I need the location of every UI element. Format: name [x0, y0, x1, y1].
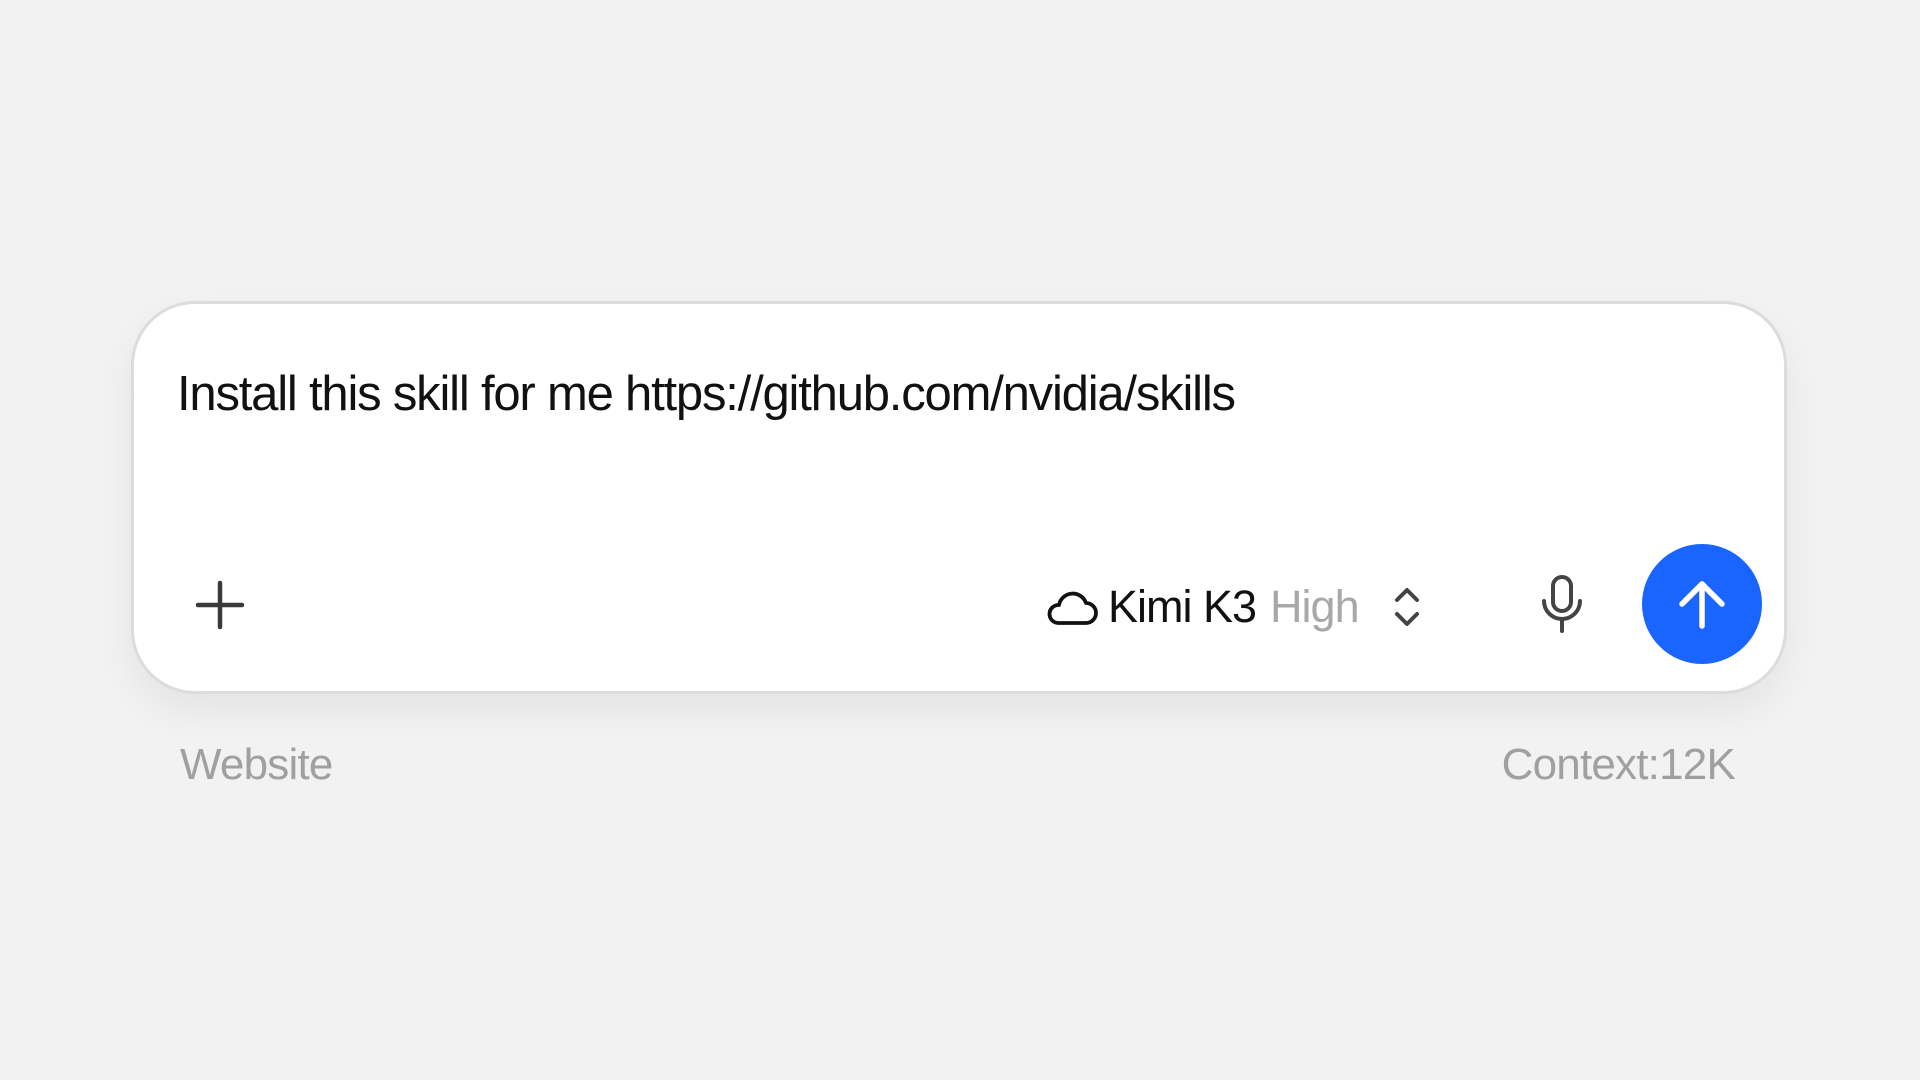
add-attachment-button[interactable] — [190, 575, 250, 635]
model-selector[interactable]: Kimi K3 High — [1044, 581, 1425, 632]
voice-input-button[interactable] — [1532, 571, 1592, 639]
prompt-input[interactable]: Install this skill for me https://github… — [177, 366, 1236, 422]
prompt-composer: Install this skill for me https://github… — [131, 301, 1787, 694]
arrow-up-icon — [1679, 581, 1725, 629]
plus-icon — [195, 580, 245, 630]
chevron-up-down-icon — [1389, 582, 1425, 632]
cloud-icon — [1044, 587, 1098, 627]
context-indicator: Context:12K — [1501, 740, 1736, 789]
website-link[interactable]: Website — [180, 740, 333, 790]
send-button[interactable] — [1642, 544, 1762, 664]
microphone-icon — [1542, 575, 1582, 633]
model-effort-level: High — [1270, 581, 1360, 632]
model-name: Kimi K3 — [1108, 581, 1257, 632]
